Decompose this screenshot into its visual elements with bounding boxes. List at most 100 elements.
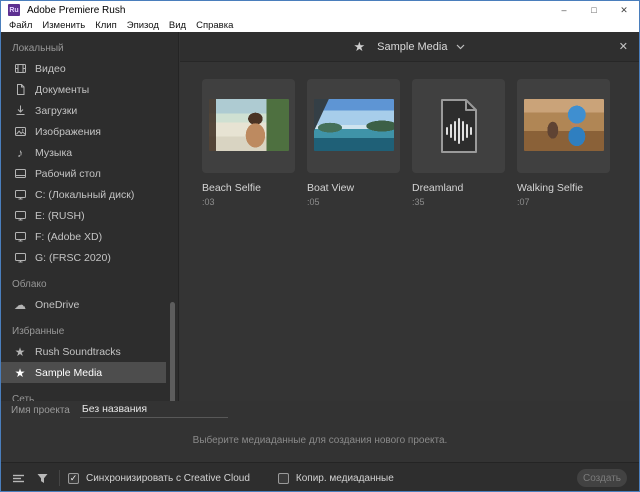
sync-cc-checkbox[interactable] [68, 472, 79, 484]
media-item-name: Boat View [307, 182, 355, 194]
sidebar-item-drive-e[interactable]: E: (RUSH) [1, 205, 166, 226]
sidebar-item-label: Изображения [35, 125, 101, 138]
media-item-boat-view[interactable]: Boat View :05 [307, 79, 400, 207]
project-name-row: Имя проекта [1, 401, 639, 419]
app-window: Ru Adobe Premiere Rush – □ ✕ Файл Измени… [0, 0, 640, 492]
sidebar-item-label: E: (RUSH) [35, 209, 85, 222]
media-source-title: Sample Media [377, 40, 448, 53]
hint-text: Выберите медиаданные для создания нового… [192, 435, 448, 446]
sidebar-item-drive-f[interactable]: F: (Adobe XD) [1, 226, 166, 247]
sidebar-item-documents[interactable]: Документы [1, 79, 166, 100]
sync-cc-label: Синхронизировать с Creative Cloud [86, 472, 250, 484]
sidebar-item-label: Rush Soundtracks [35, 345, 121, 358]
media-panel: Sample Media ✕ Beach Selfie :03 Boat Vie… [180, 32, 639, 401]
media-item-name: Walking Selfie [517, 182, 584, 194]
film-icon [13, 62, 27, 76]
media-thumbnail-card[interactable] [412, 79, 505, 173]
hint-panel: Выберите медиаданные для создания нового… [1, 419, 639, 462]
cloud-icon [13, 298, 27, 312]
sidebar-item-rush-soundtracks[interactable]: Rush Soundtracks [1, 341, 166, 362]
sidebar-item-downloads[interactable]: Загрузки [1, 100, 166, 121]
menu-file[interactable]: Файл [4, 19, 37, 32]
project-name-input[interactable] [79, 402, 228, 418]
sidebar-scrollbar[interactable] [170, 302, 175, 401]
sidebar-item-drive-g[interactable]: G: (FRSC 2020) [1, 247, 166, 268]
video-thumbnail [208, 99, 289, 151]
sidebar-item-music[interactable]: Музыка [1, 142, 166, 163]
favorite-star-icon [354, 39, 366, 55]
sidebar-item-video[interactable]: Видео [1, 58, 166, 79]
sync-cc-option[interactable]: Синхронизировать с Creative Cloud [68, 472, 250, 484]
download-icon [13, 104, 27, 118]
copy-media-option[interactable]: Копир. медиаданные [277, 472, 394, 484]
star-icon [13, 366, 27, 380]
menu-clip[interactable]: Клип [90, 19, 122, 32]
sidebar-item-sample-media[interactable]: Sample Media [1, 362, 166, 383]
media-item-duration: :03 [202, 197, 215, 207]
panel-close-icon[interactable]: ✕ [619, 32, 628, 61]
image-icon [13, 125, 27, 139]
project-name-label: Имя проекта [11, 404, 70, 416]
sidebar-section-local: Локальный [12, 43, 64, 54]
sidebar-item-label: G: (FRSC 2020) [35, 251, 111, 264]
media-item-duration: :35 [412, 197, 425, 207]
sidebar-item-onedrive[interactable]: OneDrive [1, 294, 166, 315]
sidebar-item-label: Загрузки [35, 104, 78, 117]
media-item-duration: :07 [517, 197, 530, 207]
filter-icon[interactable] [35, 471, 49, 485]
sidebar-item-label: C: (Локальный диск) [35, 188, 135, 201]
media-item-name: Dreamland [412, 182, 464, 194]
media-thumbnail-card[interactable] [307, 79, 400, 173]
close-button[interactable]: ✕ [609, 1, 639, 19]
drive-icon [13, 209, 27, 223]
video-thumbnail [313, 99, 394, 151]
media-item-walking-selfie[interactable]: Walking Selfie :07 [517, 79, 610, 207]
sidebar-section-cloud: Облако [12, 279, 47, 290]
drive-icon [13, 230, 27, 244]
menu-help[interactable]: Справка [191, 19, 238, 32]
sidebar-item-label: OneDrive [35, 298, 80, 311]
sidebar-item-label: F: (Adobe XD) [35, 230, 103, 243]
window-title: Adobe Premiere Rush [27, 4, 126, 16]
maximize-button[interactable]: □ [579, 1, 609, 19]
media-browser-sidebar: Локальный Видео Документы Загрузки Изобр… [1, 32, 179, 401]
chevron-down-icon[interactable] [456, 44, 465, 50]
list-view-icon[interactable] [11, 471, 25, 485]
media-thumbnail-card[interactable] [202, 79, 295, 173]
sidebar-item-desktop[interactable]: Рабочий стол [1, 163, 166, 184]
drive-icon [13, 188, 27, 202]
media-grid: Beach Selfie :03 Boat View :05 Dreamland… [180, 62, 639, 207]
sidebar-item-label: Документы [35, 83, 90, 96]
media-item-duration: :05 [307, 197, 320, 207]
document-icon [13, 83, 27, 97]
media-panel-header: Sample Media ✕ [180, 32, 639, 62]
window-controls: – □ ✕ [549, 1, 639, 19]
sidebar-item-label: Видео [35, 62, 66, 75]
menu-sequence[interactable]: Эпизод [122, 19, 164, 32]
copy-media-label: Копир. медиаданные [295, 472, 394, 484]
create-project-button[interactable]: Создать [577, 469, 627, 487]
title-bar: Ru Adobe Premiere Rush – □ ✕ [1, 1, 639, 19]
menu-edit[interactable]: Изменить [37, 19, 90, 32]
sidebar-item-drive-c[interactable]: C: (Локальный диск) [1, 184, 166, 205]
sidebar-item-label: Рабочий стол [35, 167, 101, 180]
desktop-icon [13, 167, 27, 181]
toolbar-divider [59, 470, 60, 486]
app-icon: Ru [8, 4, 20, 16]
copy-media-checkbox[interactable] [277, 472, 289, 484]
sidebar-item-label: Sample Media [35, 366, 103, 379]
media-thumbnail-card[interactable] [517, 79, 610, 173]
menu-view[interactable]: Вид [164, 19, 191, 32]
media-item-dreamland[interactable]: Dreamland :35 [412, 79, 505, 207]
star-icon [13, 345, 27, 359]
media-item-beach-selfie[interactable]: Beach Selfie :03 [202, 79, 295, 207]
minimize-button[interactable]: – [549, 1, 579, 19]
menu-bar: Файл Изменить Клип Эпизод Вид Справка [1, 19, 639, 32]
music-icon [13, 146, 27, 160]
sidebar-section-network: Сеть [12, 394, 35, 401]
sidebar-item-pictures[interactable]: Изображения [1, 121, 166, 142]
drive-icon [13, 251, 27, 265]
bottom-toolbar: Синхронизировать с Creative Cloud Копир.… [1, 462, 639, 491]
video-thumbnail [523, 99, 604, 151]
sidebar-item-label: Музыка [35, 146, 73, 159]
